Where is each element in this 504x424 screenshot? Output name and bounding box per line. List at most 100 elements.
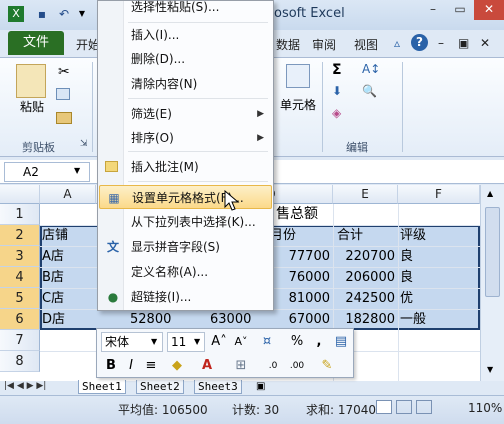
vertical-scrollbar[interactable]: ▲ ▼ (480, 185, 504, 381)
zoom-level[interactable]: 110% (468, 401, 502, 415)
minimize-workbook-icon[interactable]: – (438, 36, 444, 50)
cell-month[interactable]: 67000 (270, 309, 330, 330)
row-header-8[interactable]: 8 (0, 351, 40, 372)
paint-brush-icon[interactable]: ✎ (317, 356, 337, 376)
tab-file[interactable]: 文件 (8, 31, 64, 55)
cell-total[interactable]: 220700 (335, 246, 395, 267)
tab-review[interactable]: 审阅 (312, 36, 336, 53)
minimize-button[interactable]: – (420, 0, 446, 20)
sort-filter-icon[interactable]: A↕ (362, 62, 380, 76)
menu-item-format-cells[interactable]: ▦ 设置单元格格式(F)... (99, 185, 272, 209)
cell-month[interactable]: 81000 (270, 288, 330, 309)
header-rating[interactable]: 评级 (400, 225, 460, 246)
column-header-a[interactable]: A (40, 185, 96, 204)
copy-icon[interactable] (56, 88, 70, 100)
cell-store[interactable]: D店 (42, 309, 94, 330)
sheet-nav-icon[interactable]: |◀ ◀ ▶ ▶| (4, 381, 46, 391)
row-header-1[interactable]: 1 (0, 204, 40, 225)
restore-workbook-icon[interactable]: ▣ (458, 36, 469, 50)
menu-item-define-name[interactable]: 定义名称(A)... (99, 260, 272, 284)
cells-icon[interactable] (286, 64, 310, 88)
row-header-2[interactable]: 2 (0, 225, 40, 246)
menu-item-paste-special[interactable]: 选择性粘贴(S)... (99, 0, 272, 19)
cell-value-b[interactable]: 52800 (130, 309, 190, 330)
menu-item-delete[interactable]: 删除(D)... (99, 47, 272, 71)
header-month[interactable]: 月份 (270, 225, 330, 246)
cell-value-c[interactable]: 63000 (210, 309, 270, 330)
header-total[interactable]: 合计 (337, 225, 395, 246)
percent-button[interactable]: % (287, 332, 307, 352)
sheet-title-cell[interactable]: 售总额 (276, 204, 336, 225)
maximize-button[interactable]: ▭ (447, 0, 473, 20)
find-select-icon[interactable]: 🔍 (362, 84, 377, 98)
sheet-tab-2[interactable]: Sheet2 (136, 380, 184, 394)
cut-icon[interactable]: ✂ (58, 64, 70, 80)
size-dropdown-icon[interactable]: ▼ (194, 337, 200, 346)
page-break-icon[interactable] (416, 400, 432, 414)
paste-button-label[interactable]: 粘贴 (20, 98, 44, 115)
select-all-corner[interactable] (0, 185, 40, 204)
fill-icon[interactable]: ⬇ (332, 84, 342, 98)
paste-icon[interactable] (16, 64, 46, 98)
insert-sheet-icon[interactable]: ▣ (256, 381, 265, 392)
menu-item-clear-contents[interactable]: 清除内容(N) (99, 72, 272, 96)
menu-item-pick-from-list[interactable]: 从下拉列表中选择(K)... (99, 210, 272, 234)
name-box-dropdown-icon[interactable]: ▼ (74, 166, 80, 175)
menu-item-sort[interactable]: 排序(O) ▶ (99, 126, 272, 150)
normal-view-icon[interactable] (376, 400, 392, 414)
header-store[interactable]: 店铺 (42, 225, 94, 246)
scroll-thumb[interactable] (485, 207, 500, 297)
grow-font-button[interactable]: A˄ (209, 332, 229, 352)
row-header-6[interactable]: 6 (0, 309, 40, 330)
menu-item-insert[interactable]: 插入(I)... (99, 23, 272, 47)
help-icon[interactable]: ? (411, 34, 428, 51)
increase-decimal-icon[interactable]: .0 (263, 356, 283, 376)
format-painter-mini-icon[interactable]: ▤ (331, 332, 351, 352)
cell-store[interactable]: A店 (42, 246, 94, 267)
row-header-5[interactable]: 5 (0, 288, 40, 309)
cell-rating[interactable]: 优 (400, 288, 460, 309)
cell-month[interactable]: 77700 (270, 246, 330, 267)
column-header-e[interactable]: E (333, 185, 398, 204)
cells-button-label[interactable]: 单元格 (280, 96, 316, 113)
comma-button[interactable]: , (309, 332, 329, 352)
font-dropdown-icon[interactable]: ▼ (151, 337, 157, 346)
cell-total[interactable]: 242500 (335, 288, 395, 309)
close-workbook-icon[interactable]: ✕ (480, 36, 490, 50)
bold-button[interactable]: B (101, 356, 121, 376)
row-header-4[interactable]: 4 (0, 267, 40, 288)
cell-total[interactable]: 206000 (335, 267, 395, 288)
cell-total[interactable]: 182800 (335, 309, 395, 330)
undo-dropdown-icon[interactable]: ▼ (74, 6, 90, 22)
menu-item-filter[interactable]: 筛选(E) ▶ (99, 102, 272, 126)
borders-icon[interactable]: ⊞ (231, 356, 251, 376)
tab-view[interactable]: 视图 (354, 36, 378, 53)
row-header-7[interactable]: 7 (0, 330, 40, 351)
fill-color-icon[interactable]: ◆ (167, 356, 187, 376)
menu-item-insert-comment[interactable]: 插入批注(M) (99, 155, 272, 179)
cell-rating[interactable]: 良 (400, 246, 460, 267)
cell-rating[interactable]: 一般 (400, 309, 460, 330)
sheet-tab-3[interactable]: Sheet3 (194, 380, 242, 394)
center-align-icon[interactable]: ≡ (141, 356, 161, 376)
collapse-ribbon-icon[interactable]: ▵ (394, 36, 400, 50)
sheet-tab-1[interactable]: Sheet1 (78, 380, 126, 394)
shrink-font-button[interactable]: A˅ (231, 332, 251, 352)
italic-button[interactable]: I (121, 356, 141, 376)
scroll-up-icon[interactable]: ▲ (487, 189, 493, 198)
decrease-decimal-icon[interactable]: .00 (287, 356, 307, 376)
font-color-icon[interactable]: A (197, 356, 217, 376)
cell-store[interactable]: C店 (42, 288, 94, 309)
column-header-f[interactable]: F (398, 185, 480, 204)
undo-icon[interactable]: ↶ (56, 6, 72, 22)
clear-icon[interactable]: ◈ (332, 106, 341, 120)
currency-format-icon[interactable]: ¤ (257, 332, 277, 352)
cell-month[interactable]: 76000 (270, 267, 330, 288)
autosum-icon[interactable]: Σ (332, 62, 342, 78)
tab-data[interactable]: 数据 (276, 36, 300, 53)
cell-rating[interactable]: 良 (400, 267, 460, 288)
page-layout-icon[interactable] (396, 400, 412, 414)
close-button[interactable]: ✕ (474, 0, 504, 20)
scroll-down-icon[interactable]: ▼ (487, 365, 493, 374)
cell-store[interactable]: B店 (42, 267, 94, 288)
